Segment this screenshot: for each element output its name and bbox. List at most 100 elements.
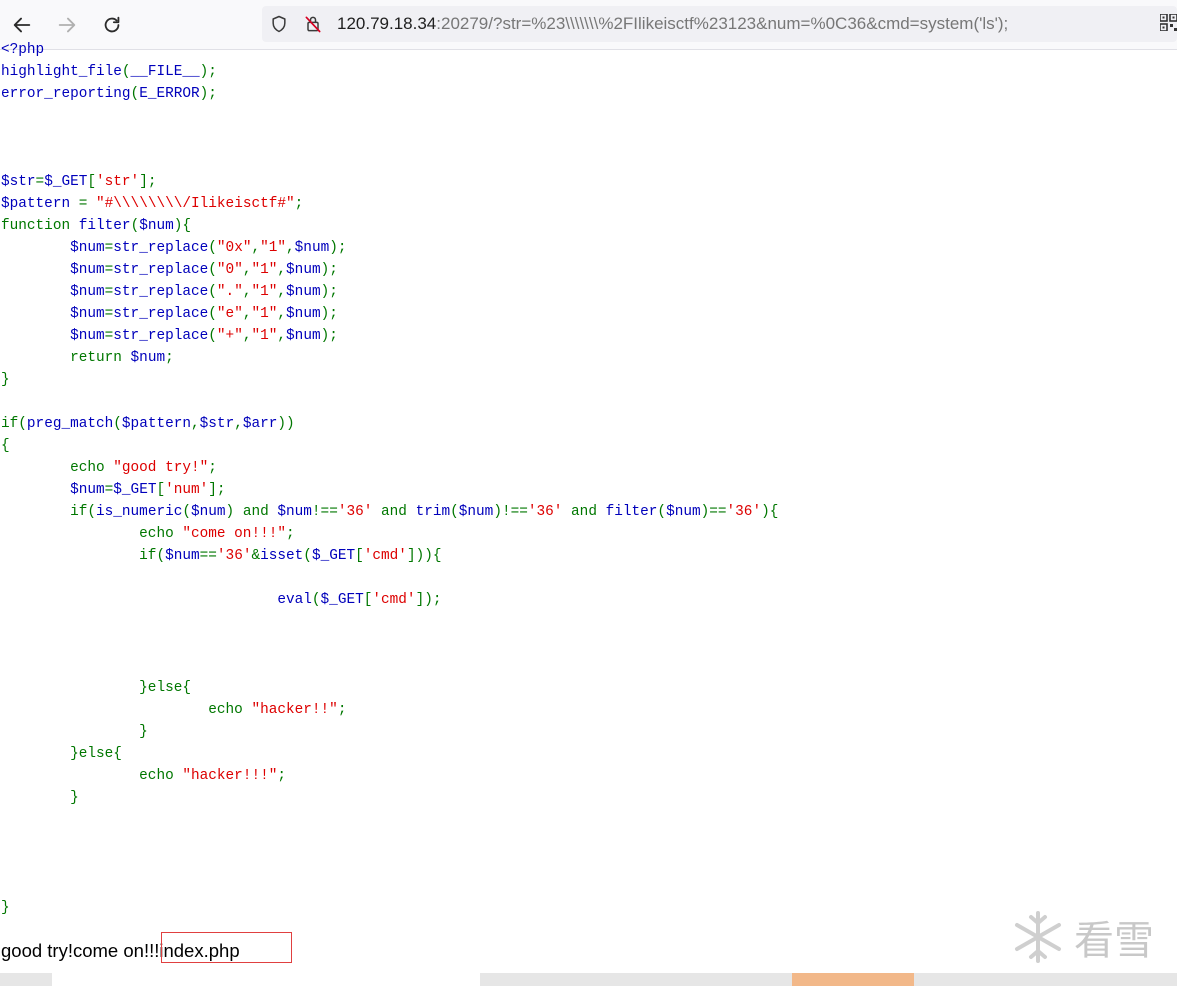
code-line: if($num=='36'&isset($_GET['cmd'])){ <box>1 548 442 564</box>
code-token: ){ <box>173 218 192 234</box>
code-line: error_reporting(E_ERROR); <box>1 86 217 102</box>
forward-button[interactable] <box>52 10 82 40</box>
code-token: ) and <box>225 504 278 520</box>
code-token: }else{ <box>1 680 191 696</box>
code-token: , <box>251 240 261 256</box>
url-bar[interactable]: 120.79.18.34:20279/?str=%23\\\\\\\%2FIli… <box>262 6 1177 42</box>
code-token: $num <box>458 504 494 520</box>
code-token: }else{ <box>1 746 122 762</box>
code-line: return $num; <box>1 350 174 366</box>
code-token: [ <box>156 482 166 498</box>
code-token: ); <box>199 86 217 102</box>
code-token: "1" <box>260 240 287 256</box>
code-token: if( <box>1 504 96 520</box>
code-line: }else{ <box>1 680 191 696</box>
code-token: $pattern <box>121 416 192 432</box>
php-source-code: <?php highlight_file(__FILE__); error_re… <box>1 39 778 919</box>
url-host: 120.79.18.34 <box>337 14 437 33</box>
back-button[interactable] <box>7 10 37 40</box>
shield-icon[interactable] <box>269 14 289 34</box>
code-token: $num <box>165 548 200 564</box>
code-token: echo <box>1 702 252 718</box>
code-line: eval($_GET['cmd']); <box>1 592 441 608</box>
code-token: = <box>104 482 114 498</box>
taskbar-highlighted-item[interactable] <box>792 973 914 986</box>
code-token: , <box>277 284 287 300</box>
code-token: ; <box>277 768 286 784</box>
reload-button[interactable] <box>97 10 127 40</box>
code-token: ])){ <box>406 548 442 564</box>
code-line: } <box>1 900 10 916</box>
code-token: "good try!" <box>113 460 209 476</box>
code-token: str_replace <box>113 284 209 300</box>
code-token: 'cmd' <box>363 548 407 564</box>
code-token: $num <box>286 306 321 322</box>
code-token: $num <box>286 328 321 344</box>
code-token: function <box>1 218 79 234</box>
code-token: !== <box>311 504 338 520</box>
lock-slash-icon[interactable] <box>303 14 323 34</box>
code-token: is_numeric <box>96 504 183 520</box>
code-token: } <box>1 724 148 740</box>
arrow-left-icon <box>13 17 31 33</box>
code-token: ( <box>311 592 321 608</box>
code-token: } <box>1 372 10 388</box>
code-token: "hacker!!!" <box>182 768 278 784</box>
code-token: $num <box>286 284 321 300</box>
code-line: highlight_file(__FILE__); <box>1 64 217 80</box>
code-line: $num=str_replace(".","1",$num); <box>1 284 338 300</box>
code-token: ); <box>320 306 338 322</box>
code-token: echo <box>1 460 114 476</box>
code-token: , <box>286 240 295 256</box>
code-token: echo <box>1 768 183 784</box>
code-token: = <box>104 328 114 344</box>
code-token: = <box>35 174 45 190</box>
code-token: ; <box>208 460 217 476</box>
watermark-text: 看雪 <box>1074 918 1154 964</box>
code-token: $_GET <box>311 548 356 564</box>
code-token: , <box>277 328 287 344</box>
code-token: "1" <box>251 284 278 300</box>
code-token: $num <box>1 328 105 344</box>
code-token: '36' <box>337 504 373 520</box>
code-token: $num <box>1 306 105 322</box>
watermark: 看雪 <box>1010 908 1154 966</box>
code-token: ; <box>337 702 347 718</box>
code-token: "come on!!!" <box>182 526 286 542</box>
code-token: = <box>104 306 114 322</box>
code-token: ); <box>199 64 217 80</box>
code-token: $_GET <box>113 482 157 498</box>
code-token: "#\\\\\\\\/Ilikeisctf#" <box>96 196 295 212</box>
code-line: $num=str_replace("0","1",$num); <box>1 262 338 278</box>
code-token: "1" <box>251 328 278 344</box>
code-line: $num=str_replace("e","1",$num); <box>1 306 338 322</box>
code-token: echo <box>1 526 183 542</box>
code-token: $_GET <box>44 174 88 190</box>
url-text[interactable]: 120.79.18.34:20279/?str=%23\\\\\\\%2FIli… <box>337 14 1008 34</box>
code-token: filter <box>605 504 658 520</box>
code-token: $num <box>191 504 226 520</box>
code-line: echo "hacker!!!"; <box>1 768 286 784</box>
arrow-right-icon <box>58 17 76 33</box>
code-token: $num <box>1 482 105 498</box>
code-line: echo "good try!"; <box>1 460 217 476</box>
taskbar-window-tab[interactable] <box>52 973 480 986</box>
code-token: "." <box>216 284 243 300</box>
code-token: '36' <box>216 548 252 564</box>
qr-code-icon[interactable] <box>1160 14 1177 31</box>
code-token: str_replace <box>113 306 209 322</box>
code-token: , <box>191 416 200 432</box>
code-token: ; <box>286 526 295 542</box>
code-token: ( <box>208 328 217 344</box>
code-token: } <box>1 790 79 806</box>
code-token: "0x" <box>216 240 252 256</box>
code-line: if(preg_match($pattern,$str,$arr)) <box>1 416 295 432</box>
code-token: ( <box>113 416 122 432</box>
code-token: '36' <box>726 504 762 520</box>
code-token: = <box>78 196 97 212</box>
code-line: $pattern = "#\\\\\\\\/Ilikeisctf#"; <box>1 196 303 212</box>
code-token: highlight_file <box>1 64 122 80</box>
annotation-highlight-box <box>161 932 292 963</box>
code-line: } <box>1 372 10 388</box>
code-token: $num <box>286 262 321 278</box>
